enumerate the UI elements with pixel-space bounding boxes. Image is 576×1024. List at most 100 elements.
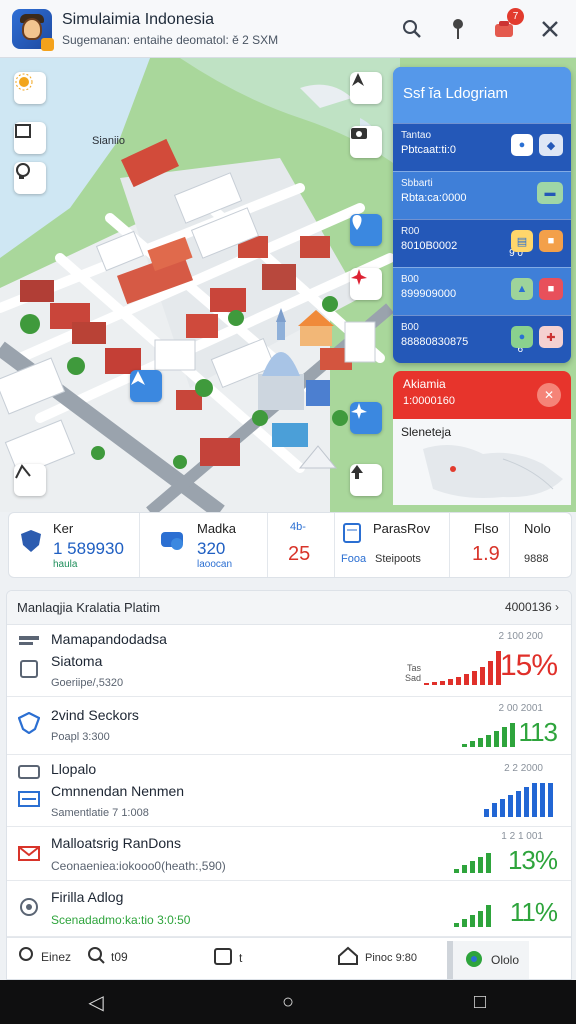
stat-card[interactable]: Nolo 9888 (510, 513, 571, 577)
list-item[interactable]: Mamapandodadsa Siatoma Goeriipe/,5320 2 … (7, 625, 571, 697)
car-icon: ■ (539, 278, 563, 300)
side-panel-row[interactable]: B00 899909000 ■ ▲ (393, 267, 571, 315)
fire-icon: ◆ (539, 134, 563, 156)
side-panel-row[interactable]: Tantao Pbtcaat:ti:0 ◆ ● (393, 123, 571, 171)
mini-bar (524, 787, 529, 817)
arrow-up-button[interactable] (350, 464, 382, 496)
title-bar: Simulaimia Indonesia Sugemanan: entaihe … (0, 0, 576, 58)
back-button[interactable]: ◁ (66, 990, 126, 1015)
stat-value: 1 589930 (53, 539, 124, 558)
system-nav-bar: ◁ ○ □ (0, 980, 576, 1024)
side-panel-row[interactable]: R00 8010B0002 9 0 ■ ▤ (393, 219, 571, 267)
mail-icon (17, 841, 41, 865)
stat-sub: laoocan (197, 559, 233, 570)
mini-bar (532, 783, 537, 817)
item-stamp: 2 00 2001 (498, 703, 544, 714)
mini-bar (456, 677, 461, 685)
nav-arrow-button[interactable] (350, 72, 382, 104)
app-logo (12, 8, 54, 51)
airport-button[interactable] (350, 268, 382, 300)
item-subtitle: Poapl 3:300 (51, 731, 110, 743)
minimap[interactable]: Sleneteja (393, 419, 571, 505)
map-marker-button[interactable] (130, 370, 162, 402)
list-item[interactable]: Malloatsrig RanDons Ceonaeniea:iokooo0(h… (7, 827, 571, 881)
mini-bar (472, 671, 477, 685)
chat-bubble-button[interactable] (14, 162, 46, 194)
item-title: Firilla Adlog (51, 889, 124, 905)
tab-label: Ololo (491, 953, 520, 967)
map-layers-button[interactable] (14, 122, 46, 154)
mini-bar (470, 915, 475, 927)
side-panel-row[interactable]: Sbbarti Rbta:ca:0000 ▬ (393, 171, 571, 219)
plane-marker-button[interactable] (350, 402, 382, 434)
stat-card[interactable]: Flso 1.9 (450, 513, 510, 577)
minimap-label: Sleneteja (401, 425, 452, 439)
mini-bar (470, 741, 475, 747)
note-line: Tas (406, 663, 421, 673)
search-icon (87, 946, 105, 967)
mini-bar-chart (484, 781, 553, 817)
tab-ololo[interactable]: Ololo (447, 941, 530, 979)
mini-bar (470, 861, 475, 873)
stat-label: Madka (197, 521, 237, 536)
stat-label: ParasRov (373, 521, 431, 536)
weather-sun-button[interactable] (14, 72, 46, 104)
menu-icon (17, 631, 41, 655)
stat-value: 25 (288, 543, 311, 565)
close-icon[interactable] (538, 17, 562, 41)
item-stamp: 2 2 2000 (504, 763, 543, 774)
notification-badge: 7 (507, 8, 524, 25)
tab-einez[interactable]: Einez (17, 946, 71, 967)
map-place-label: Sianiio (92, 135, 126, 147)
stat-card[interactable]: 4b- 25 (268, 513, 335, 577)
mini-bar (464, 674, 469, 685)
mini-bar (440, 681, 445, 685)
stat-card[interactable]: Madka 320 laoocan (140, 513, 268, 577)
checkbox-icon[interactable] (17, 657, 41, 681)
document-icon (341, 521, 365, 545)
recent-apps-button[interactable]: □ (450, 991, 510, 1014)
stat-card[interactable]: Ker 1 589930 haula (9, 513, 140, 577)
tab-search[interactable]: t09 (87, 946, 128, 967)
route-button[interactable] (14, 464, 46, 496)
stat-card[interactable]: ParasRov Fooa Steipoots (335, 513, 450, 577)
tab-home[interactable]: Pinoc 9:80 (337, 946, 417, 969)
mini-bar (462, 865, 467, 873)
list-item[interactable]: 2vind Seckors Poapl 3:300 2 00 2001 113 (7, 697, 571, 755)
leaf-icon: ● (511, 326, 533, 348)
mini-bar (462, 744, 467, 747)
stat-label: Ker (53, 521, 74, 536)
mini-bar (540, 783, 545, 817)
shield-check-icon (17, 711, 41, 735)
note-line: Sad (404, 673, 421, 683)
alert-card[interactable]: Akiamia 1:0000160 ✕ (393, 371, 571, 419)
tree-icon: ▲ (511, 278, 533, 300)
list-item[interactable]: Llopalo Cmnnendan Nenmen Samentlatie 7 1… (7, 755, 571, 827)
toolbar-icons: 7 (400, 0, 562, 58)
search-icon[interactable] (400, 17, 424, 41)
item-percentage: 15% (499, 649, 558, 682)
stat-value: 1.9 (472, 543, 500, 565)
alert-close-icon[interactable]: ✕ (537, 383, 561, 407)
home-button[interactable]: ○ (258, 991, 318, 1014)
camera-button[interactable] (350, 126, 382, 158)
list-header[interactable]: Manlaqjia Kralatia Platim 4000136 › (7, 591, 571, 625)
mini-bar (510, 723, 515, 747)
notifications-button[interactable]: 7 (492, 8, 524, 41)
side-panel-row[interactable]: B00 88880830875 6 ✚ ● (393, 315, 571, 363)
mini-bar (478, 738, 483, 747)
item-title: Llopalo (51, 761, 97, 777)
location-pin-button[interactable] (350, 214, 382, 246)
shield-icon (19, 529, 43, 553)
list-count: 4000136 › (505, 600, 559, 614)
monitor-icon (17, 761, 41, 785)
mini-bar (454, 869, 459, 873)
list-item[interactable]: Firilla Adlog Scenadadmo:ka:tio 3:0:50 1… (7, 881, 571, 937)
app-root: Simulaimia Indonesia Sugemanan: entaihe … (0, 0, 576, 1024)
item-title-secondary: Cmnnendan Nenmen (51, 783, 185, 799)
item-side-note: Tas Sad (405, 663, 421, 683)
tab-calendar[interactable]: t (213, 946, 242, 969)
pin-icon[interactable] (446, 17, 470, 41)
tab-label: t (239, 950, 243, 965)
stat-label: Nolo (524, 521, 551, 536)
